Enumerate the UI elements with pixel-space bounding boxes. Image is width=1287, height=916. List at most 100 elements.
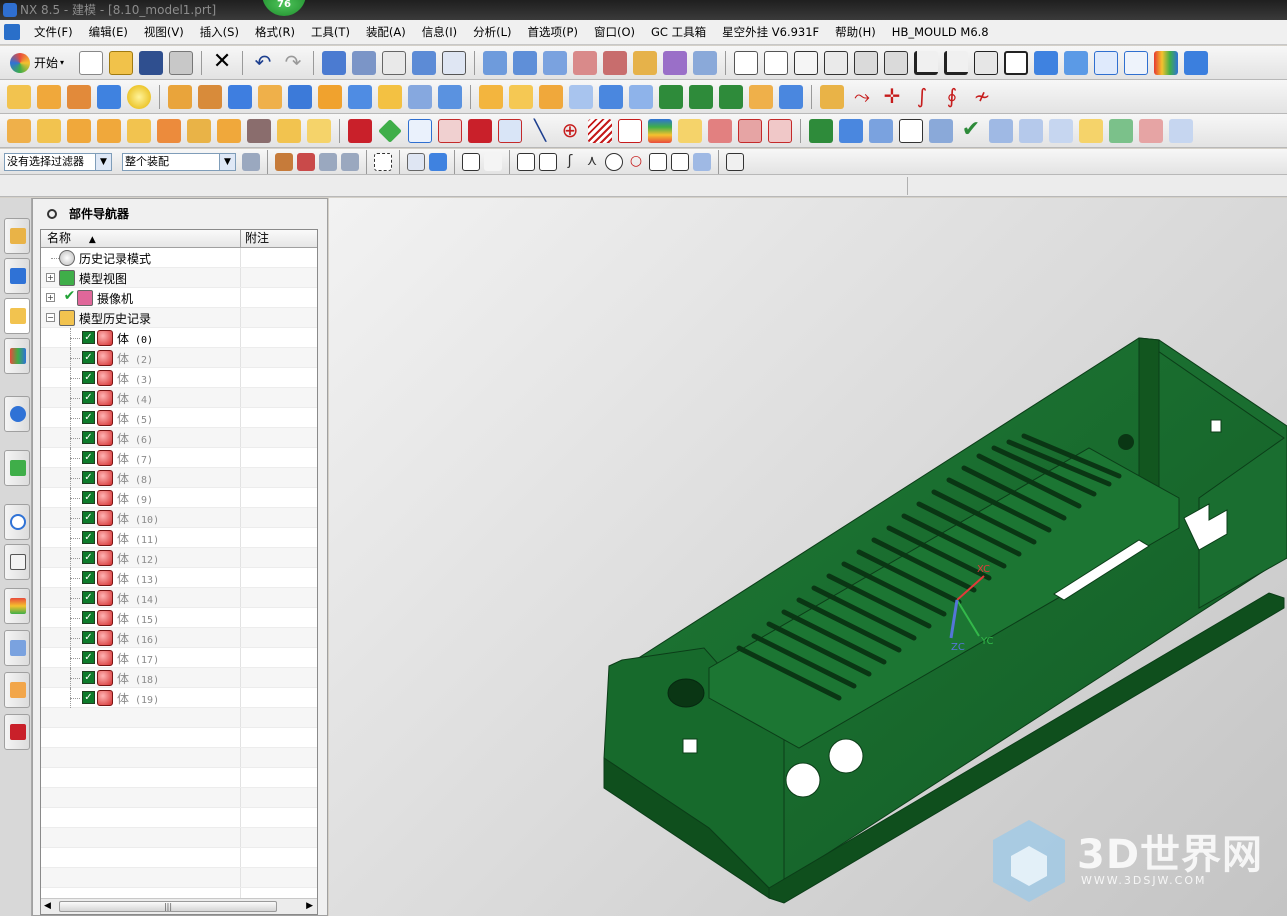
visibility-checkbox[interactable]: ✓ <box>82 331 95 344</box>
feature-row[interactable]: ✓ 体 (17) <box>41 648 317 668</box>
check-icon[interactable]: ✔ <box>959 118 983 143</box>
menu-hb-mould[interactable]: HB_MOULD M6.8 <box>884 25 997 39</box>
shaded-cube-icon[interactable] <box>1034 50 1059 75</box>
feature-row[interactable]: ✓ 体 (10) <box>41 508 317 528</box>
feature-row[interactable]: ✓ 体 (6) <box>41 428 317 448</box>
system-materials-tab[interactable] <box>4 544 30 580</box>
window-arrange-icon[interactable] <box>382 50 407 75</box>
visibility-checkbox[interactable]: ✓ <box>82 631 95 644</box>
target-icon[interactable]: ⊕ <box>558 119 582 143</box>
bom-icon[interactable] <box>1079 118 1103 143</box>
feature-row[interactable]: ✓ 体 (0) <box>41 328 317 348</box>
type-filter-select[interactable]: 没有选择过滤器 ▼ <box>4 152 112 171</box>
trim-curve-icon[interactable]: ⤳ <box>850 85 874 109</box>
feature-row[interactable]: ✓ 体 (12) <box>41 548 317 568</box>
feature-row[interactable]: ✓ 体 (11) <box>41 528 317 548</box>
link-icon[interactable] <box>319 152 337 171</box>
visibility-checkbox[interactable]: ✓ <box>82 431 95 444</box>
split-line-icon[interactable] <box>438 118 462 143</box>
reuse-library-tab[interactable] <box>4 338 30 374</box>
part-navigator-tab[interactable] <box>4 298 30 334</box>
visibility-checkbox[interactable]: ✓ <box>82 471 95 484</box>
hidden-wireframe-icon[interactable] <box>1124 50 1149 75</box>
insert-icon[interactable] <box>708 118 732 143</box>
styled-sweep-icon[interactable] <box>603 50 628 75</box>
new-file-icon[interactable] <box>79 50 104 75</box>
subtract-icon[interactable] <box>689 84 713 109</box>
hole-icon[interactable] <box>168 84 192 109</box>
visibility-checkbox[interactable]: ✓ <box>82 591 95 604</box>
sphere-icon[interactable] <box>127 84 151 109</box>
electrode-icon[interactable] <box>1049 118 1073 143</box>
red-cube-icon[interactable] <box>348 118 372 143</box>
tree-node[interactable]: + 模型视图 <box>41 268 317 288</box>
mirror-icon[interactable] <box>97 118 121 143</box>
offset-curve-icon[interactable]: ∮ <box>940 85 964 109</box>
expand-icon[interactable]: + <box>46 273 55 282</box>
horizontal-scrollbar[interactable]: ◀ ||| ▶ <box>41 898 317 914</box>
visibility-checkbox[interactable]: ✓ <box>82 511 95 524</box>
mesh-surface-icon[interactable] <box>543 50 568 75</box>
frame-icon[interactable] <box>1004 50 1029 75</box>
offset-icon[interactable] <box>217 118 241 143</box>
feature-row[interactable]: ✓ 体 (18) <box>41 668 317 688</box>
hatch-icon[interactable] <box>588 118 612 143</box>
feature-row[interactable]: ✓ 体 (2) <box>41 348 317 368</box>
pin-icon[interactable] <box>47 209 57 219</box>
feature-row[interactable]: ✓ 体 (7) <box>41 448 317 468</box>
delete-icon[interactable]: ✕ <box>210 50 234 75</box>
rib-icon[interactable] <box>348 84 372 109</box>
surface-icon[interactable] <box>483 50 508 75</box>
menu-info[interactable]: 信息(I) <box>414 24 465 40</box>
feature-row[interactable]: ✓ 体 (3) <box>41 368 317 388</box>
boss-icon[interactable] <box>198 84 222 109</box>
redo-icon[interactable]: ↷ <box>281 51 305 75</box>
visibility-checkbox[interactable]: ✓ <box>82 411 95 424</box>
control-point-snap-icon[interactable]: ʃ <box>561 153 579 171</box>
feature-row[interactable]: ✓ 体 (15) <box>41 608 317 628</box>
ruled-icon[interactable] <box>633 50 658 75</box>
feature-row[interactable]: ✓ 体 (4) <box>41 388 317 408</box>
intersection-snap-icon[interactable]: ⋏ <box>583 153 601 171</box>
pocket-icon[interactable] <box>228 84 252 109</box>
visibility-checkbox[interactable]: ✓ <box>82 691 95 704</box>
visibility-checkbox[interactable]: ✓ <box>82 491 95 504</box>
web-browser-tab[interactable] <box>4 450 30 486</box>
feature-row[interactable]: ✓ 体 (16) <box>41 628 317 648</box>
analysis-icon[interactable] <box>1184 50 1209 75</box>
scroll-thumb[interactable]: ||| <box>59 901 277 912</box>
swept-icon[interactable] <box>573 50 598 75</box>
box-outline-icon[interactable] <box>408 118 432 143</box>
zoom-icon[interactable] <box>764 50 789 75</box>
trim-body-icon[interactable] <box>408 84 432 109</box>
expand-icon[interactable]: + <box>46 293 55 302</box>
model-canvas[interactable]: XC YC ZC <box>329 198 1287 916</box>
visibility-checkbox[interactable]: ✓ <box>82 391 95 404</box>
filter-reset-icon[interactable] <box>242 152 260 171</box>
menu-gc-toolbox[interactable]: GC 工具箱 <box>643 24 714 40</box>
offset-surface-icon[interactable] <box>693 50 718 75</box>
diamond-icon[interactable] <box>378 118 402 143</box>
save-icon[interactable] <box>139 50 164 75</box>
feature-row[interactable]: ✓ 体 (14) <box>41 588 317 608</box>
wire-cube-icon[interactable] <box>407 152 425 171</box>
center-snap-icon[interactable] <box>605 152 623 171</box>
rectangle-select-icon[interactable] <box>374 152 392 171</box>
menu-format[interactable]: 格式(R) <box>247 24 303 40</box>
select-icon[interactable] <box>442 50 467 75</box>
hd3d-tab[interactable] <box>4 396 30 432</box>
edge-view-icon[interactable] <box>884 50 909 75</box>
cone-icon[interactable] <box>629 84 653 109</box>
export-icon[interactable] <box>1139 118 1163 143</box>
hexagon-icon[interactable] <box>247 118 271 143</box>
collapse-icon[interactable]: − <box>46 313 55 322</box>
menu-window[interactable]: 窗口(O) <box>586 24 643 40</box>
runner-icon[interactable] <box>839 118 863 143</box>
visibility-checkbox[interactable]: ✓ <box>82 551 95 564</box>
fit-icon[interactable] <box>734 50 759 75</box>
drawing-icon[interactable] <box>1109 118 1133 143</box>
component-filter-icon[interactable] <box>297 152 315 171</box>
feature-filter-icon[interactable] <box>275 152 293 171</box>
document-icon[interactable] <box>4 24 20 40</box>
shaded-edges-icon[interactable] <box>1064 50 1089 75</box>
